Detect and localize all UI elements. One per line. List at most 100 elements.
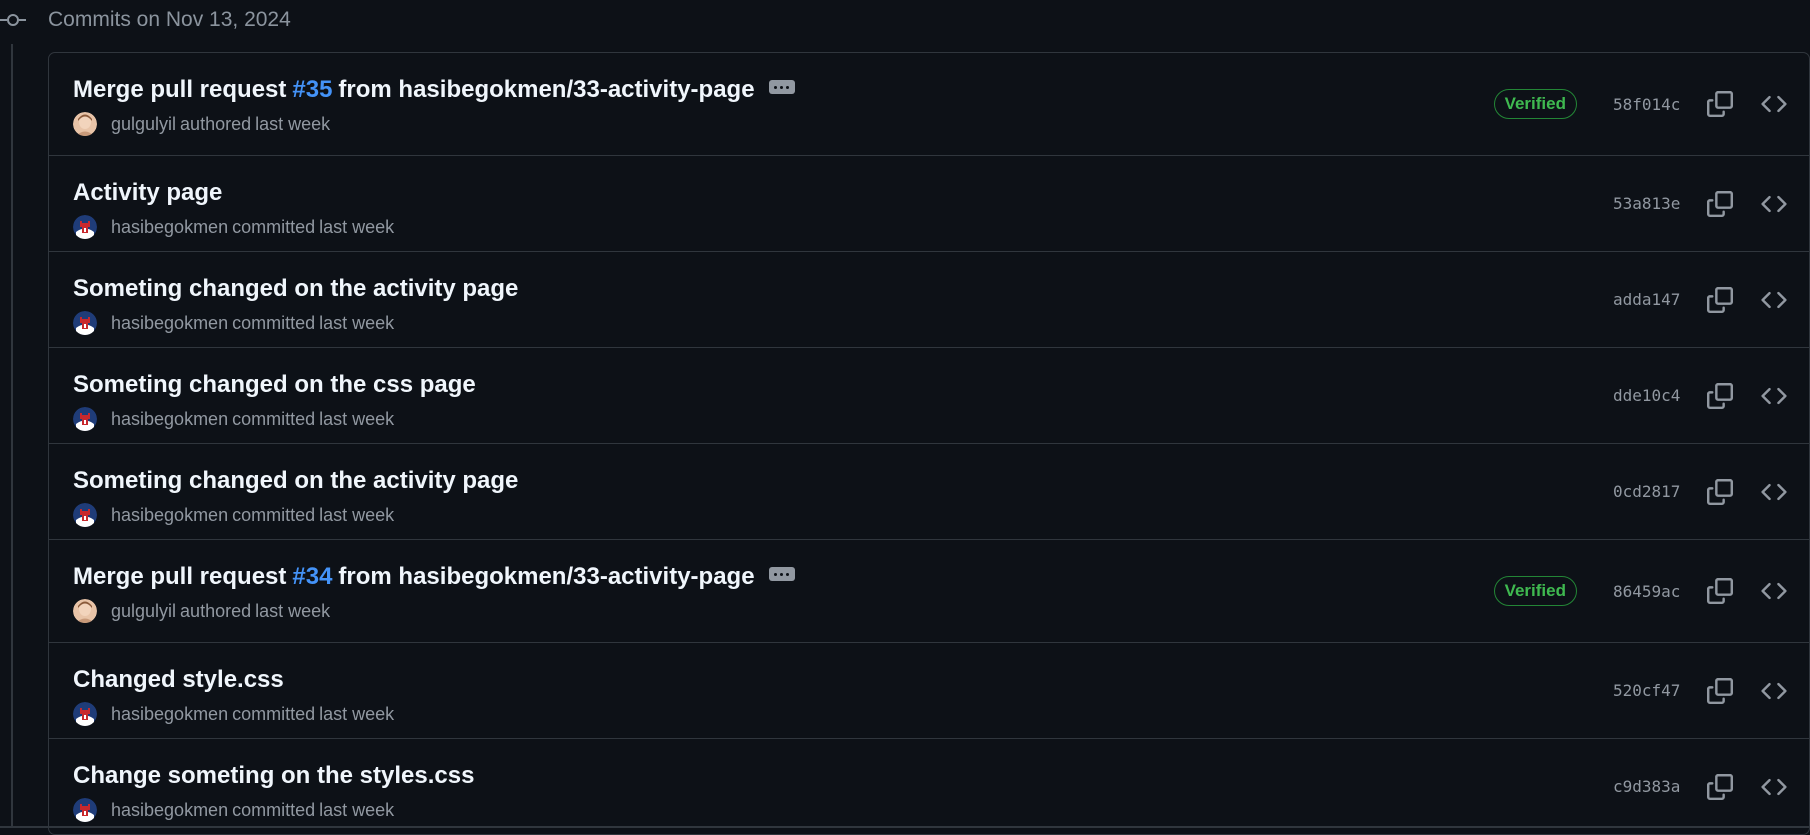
commit-meta: hasibegokmen committed last week <box>73 798 394 822</box>
hasibegokmen-avatar[interactable] <box>73 215 97 239</box>
commit-author[interactable]: hasibegokmen <box>111 798 228 822</box>
copy-icon[interactable] <box>1703 475 1737 509</box>
commit-row: Changed style.css hasibegokmen committed… <box>49 642 1809 738</box>
commit-action: authored <box>180 599 251 623</box>
commit-row: Activity page hasibegokmen committed las… <box>49 155 1809 251</box>
copy-icon[interactable] <box>1703 574 1737 608</box>
commit-title: Someting changed on the activity page <box>73 274 518 304</box>
commit-time: last week <box>319 215 394 239</box>
commit-author[interactable]: hasibegokmen <box>111 311 228 335</box>
copy-icon[interactable] <box>1703 770 1737 804</box>
commit-time: last week <box>319 311 394 335</box>
commit-sha[interactable]: adda147 <box>1613 290 1685 309</box>
commit-time: last week <box>319 407 394 431</box>
verified-badge[interactable]: Verified <box>1494 89 1577 119</box>
commit-action: committed <box>232 798 315 822</box>
commit-title: Activity page <box>73 178 222 208</box>
commit-sha[interactable]: 53a813e <box>1613 194 1685 213</box>
commit-sha[interactable]: dde10c4 <box>1613 386 1685 405</box>
copy-icon[interactable] <box>1703 379 1737 413</box>
code-icon[interactable] <box>1757 770 1791 804</box>
commit-row: Change someting on the styles.css hasibe… <box>49 738 1809 834</box>
copy-icon[interactable] <box>1703 674 1737 708</box>
commit-title-prefix[interactable]: Merge pull request <box>73 562 286 592</box>
commit-time: last week <box>319 503 394 527</box>
commit-row: Merge pull request #35 from hasibegokmen… <box>49 53 1809 155</box>
commit-meta: hasibegokmen committed last week <box>73 215 394 239</box>
commit-row: Someting changed on the activity page ha… <box>49 251 1809 347</box>
ellipsis-icon[interactable] <box>769 567 795 581</box>
commit-meta: hasibegokmen committed last week <box>73 407 394 431</box>
code-icon[interactable] <box>1757 574 1791 608</box>
commit-author[interactable]: hasibegokmen <box>111 407 228 431</box>
git-commit-icon <box>0 11 26 29</box>
commit-title-text[interactable]: Someting changed on the activity page <box>73 466 518 496</box>
copy-icon[interactable] <box>1703 283 1737 317</box>
verified-badge[interactable]: Verified <box>1494 576 1577 606</box>
commit-title: Changed style.css <box>73 665 284 695</box>
commit-title-suffix[interactable]: from hasibegokmen/33-activity-page <box>338 75 754 105</box>
commit-row: Someting changed on the css page hasibeg… <box>49 347 1809 443</box>
commit-sha[interactable]: 86459ac <box>1613 582 1685 601</box>
commit-sha[interactable]: 0cd2817 <box>1613 482 1685 501</box>
pull-request-link[interactable]: #35 <box>292 75 332 105</box>
commit-action: committed <box>232 215 315 239</box>
commit-meta: gulgulyil authored last week <box>73 112 330 136</box>
commit-title-text[interactable]: Someting changed on the activity page <box>73 274 518 304</box>
commit-title-prefix[interactable]: Merge pull request <box>73 75 286 105</box>
copy-icon[interactable] <box>1703 187 1737 221</box>
commit-title: Someting changed on the css page <box>73 370 476 400</box>
commit-group-date: Commits on Nov 13, 2024 <box>48 6 291 34</box>
code-icon[interactable] <box>1757 379 1791 413</box>
commit-time: last week <box>319 702 394 726</box>
commit-action: committed <box>232 407 315 431</box>
commit-time: last week <box>255 599 330 623</box>
commit-title-text[interactable]: Changed style.css <box>73 665 284 695</box>
gulgulyil-avatar[interactable] <box>73 599 97 623</box>
hasibegokmen-avatar[interactable] <box>73 503 97 527</box>
code-icon[interactable] <box>1757 283 1791 317</box>
commit-author[interactable]: gulgulyil <box>111 112 176 136</box>
code-icon[interactable] <box>1757 475 1791 509</box>
commit-time: last week <box>255 112 330 136</box>
commit-timeline-line <box>11 44 13 828</box>
commit-author[interactable]: hasibegokmen <box>111 215 228 239</box>
commit-action: committed <box>232 311 315 335</box>
commit-time: last week <box>319 798 394 822</box>
commit-sha[interactable]: 520cf47 <box>1613 681 1685 700</box>
commit-row: Someting changed on the activity page ha… <box>49 443 1809 539</box>
hasibegokmen-avatar[interactable] <box>73 798 97 822</box>
hasibegokmen-avatar[interactable] <box>73 311 97 335</box>
code-icon[interactable] <box>1757 87 1791 121</box>
commit-title-suffix[interactable]: from hasibegokmen/33-activity-page <box>338 562 754 592</box>
copy-icon[interactable] <box>1703 87 1737 121</box>
commit-title-text[interactable]: Change someting on the styles.css <box>73 761 474 791</box>
commit-title-text[interactable]: Someting changed on the css page <box>73 370 476 400</box>
hasibegokmen-avatar[interactable] <box>73 702 97 726</box>
pull-request-link[interactable]: #34 <box>292 562 332 592</box>
commit-author[interactable]: gulgulyil <box>111 599 176 623</box>
commit-meta: hasibegokmen committed last week <box>73 311 394 335</box>
code-icon[interactable] <box>1757 674 1791 708</box>
commit-row: Merge pull request #34 from hasibegokmen… <box>49 539 1809 642</box>
gulgulyil-avatar[interactable] <box>73 112 97 136</box>
commit-title: Merge pull request #35 from hasibegokmen… <box>73 75 795 105</box>
commit-action: committed <box>232 702 315 726</box>
commit-title-text[interactable]: Activity page <box>73 178 222 208</box>
commit-list: Merge pull request #35 from hasibegokmen… <box>48 52 1810 835</box>
commit-author[interactable]: hasibegokmen <box>111 702 228 726</box>
commit-author[interactable]: hasibegokmen <box>111 503 228 527</box>
ellipsis-icon[interactable] <box>769 80 795 94</box>
commit-meta: hasibegokmen committed last week <box>73 503 394 527</box>
commit-action: authored <box>180 112 251 136</box>
commit-sha[interactable]: 58f014c <box>1613 95 1685 114</box>
commit-action: committed <box>232 503 315 527</box>
commit-title: Merge pull request #34 from hasibegokmen… <box>73 562 795 592</box>
commit-meta: hasibegokmen committed last week <box>73 702 394 726</box>
commit-sha[interactable]: c9d383a <box>1613 777 1685 796</box>
commit-title: Someting changed on the activity page <box>73 466 518 496</box>
code-icon[interactable] <box>1757 187 1791 221</box>
hasibegokmen-avatar[interactable] <box>73 407 97 431</box>
commit-title: Change someting on the styles.css <box>73 761 474 791</box>
commit-meta: gulgulyil authored last week <box>73 599 330 623</box>
